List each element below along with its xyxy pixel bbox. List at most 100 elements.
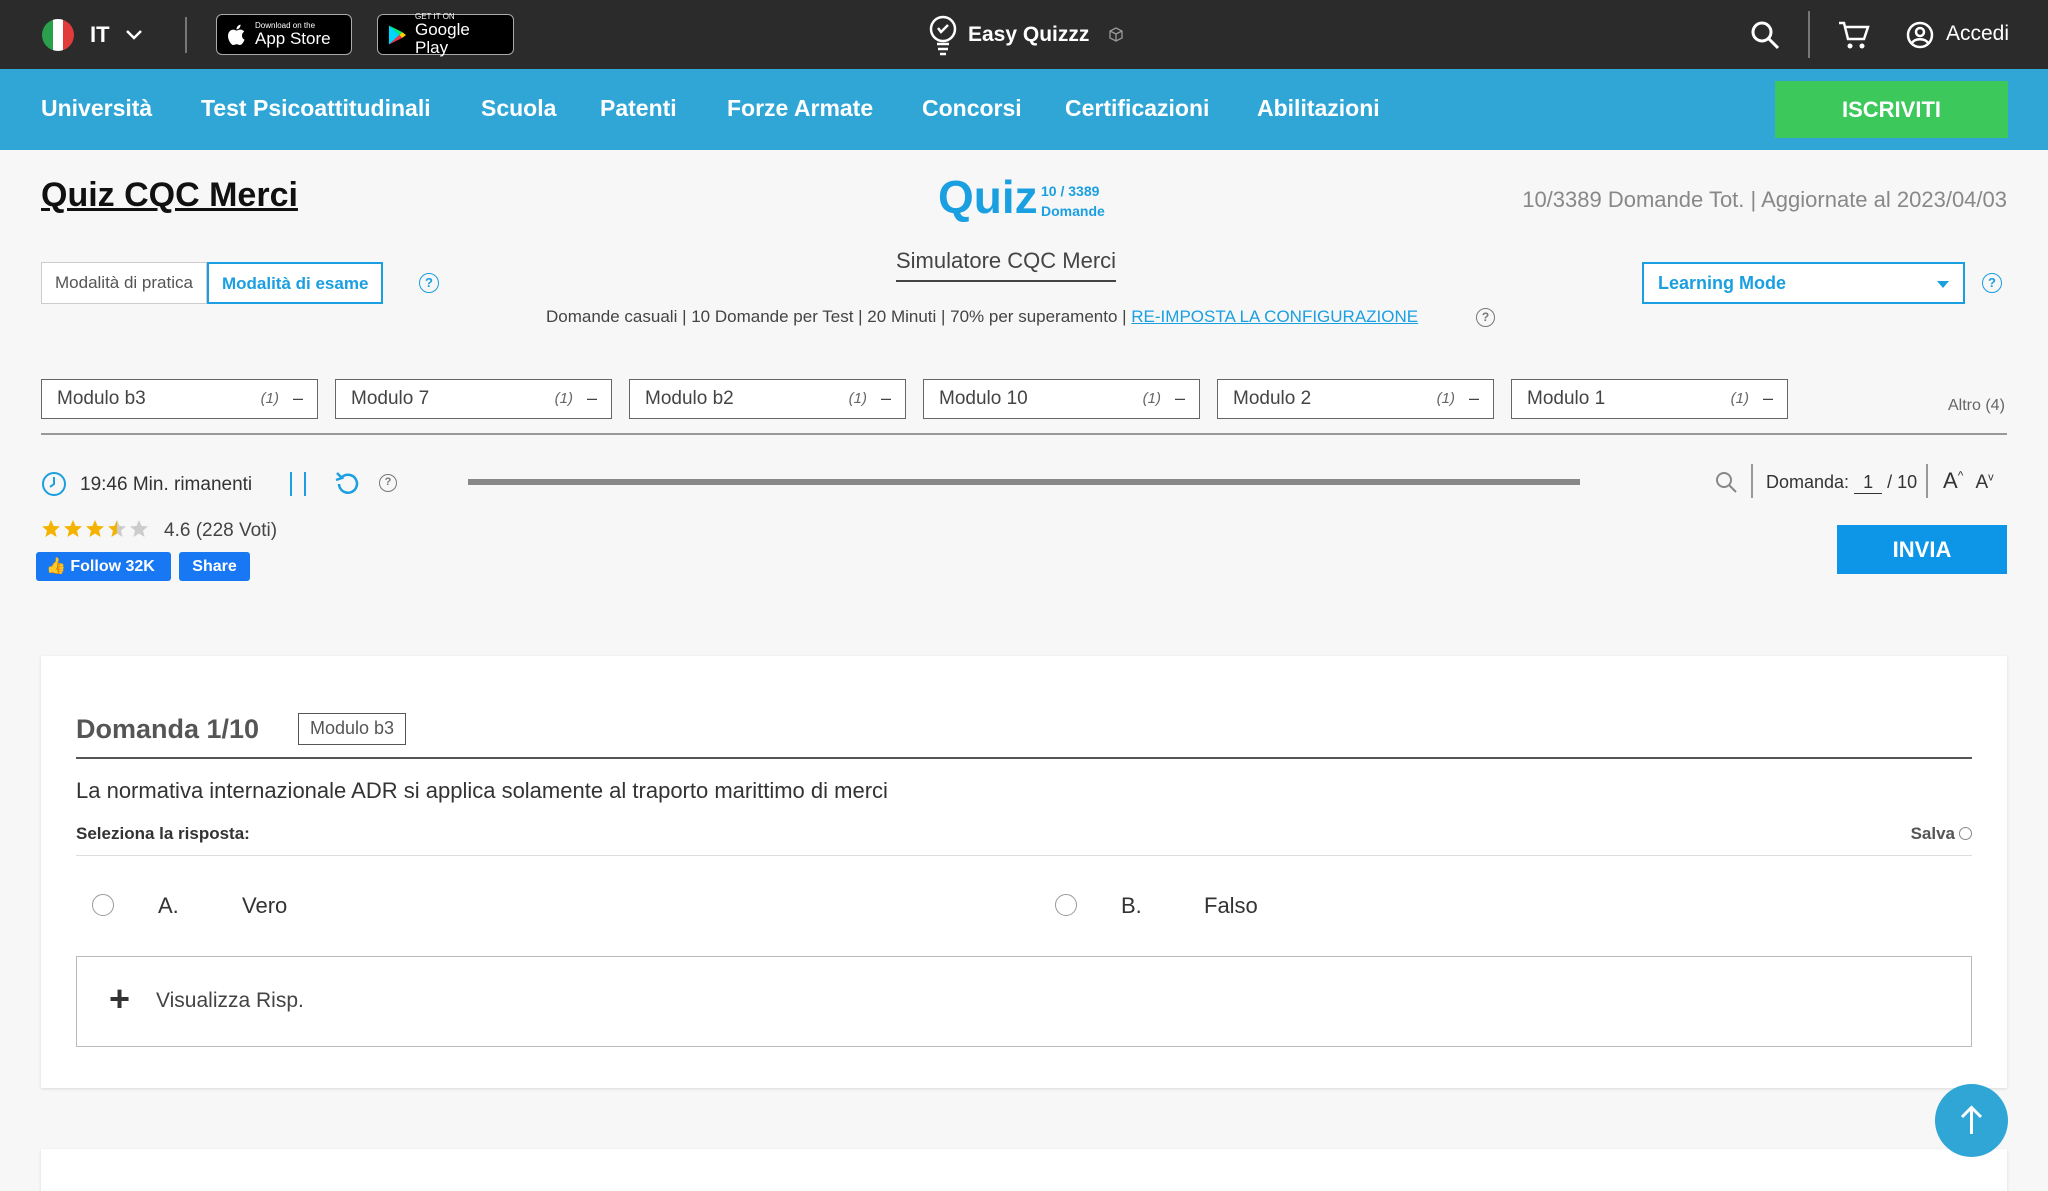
question-text: La normativa internazionale ADR si appli… — [76, 778, 888, 803]
nav-item-patenti[interactable]: Patenti — [600, 95, 677, 122]
config-info: Domande casuali | 10 Domande per Test | … — [546, 307, 1418, 327]
remove-icon[interactable]: – — [293, 380, 303, 417]
italy-flag-icon[interactable] — [42, 19, 74, 51]
show-answer-panel[interactable]: + Visualizza Risp. — [76, 956, 1972, 1047]
pause-icon[interactable] — [290, 472, 306, 496]
module-name: Modulo 1 — [1527, 388, 1606, 409]
option-a-radio[interactable] — [92, 894, 114, 916]
nav-item-certificazioni[interactable]: Certificazioni — [1065, 95, 1209, 122]
divider — [1751, 464, 1753, 498]
remove-icon[interactable]: – — [1175, 380, 1185, 417]
module-chip[interactable]: Modulo 7 (1) – — [335, 379, 612, 419]
cart-icon[interactable] — [1838, 20, 1870, 50]
learning-mode-select[interactable]: Learning Mode — [1642, 262, 1965, 304]
clock-icon — [42, 472, 66, 496]
brand-name: Easy Quizzz — [968, 23, 1090, 46]
user-icon[interactable] — [1906, 21, 1934, 49]
facebook-share-button[interactable]: Share — [179, 552, 250, 581]
save-label: Salva — [1910, 824, 1955, 843]
help-icon[interactable]: ? — [379, 474, 397, 492]
divider — [1926, 464, 1928, 498]
save-toggle[interactable]: Salva — [1911, 824, 1972, 844]
module-name: Modulo 7 — [351, 388, 430, 409]
option-b-radio[interactable] — [1055, 894, 1077, 916]
star-icon[interactable] — [41, 519, 61, 539]
question-number-input[interactable]: 1 — [1854, 472, 1883, 494]
nav-item-test-psicoattitudinali[interactable]: Test Psicoattitudinali — [201, 95, 431, 122]
select-answer-label: Seleziona la risposta: — [76, 824, 250, 843]
mode-toggle: Modalità di pratica Modalità di esame — [41, 262, 384, 304]
google-play-badge[interactable]: GET IT ON Google Play — [377, 12, 514, 57]
nav-item-abilitazioni[interactable]: Abilitazioni — [1257, 95, 1380, 122]
module-count: (1) — [260, 390, 279, 407]
option-a-letter: A. — [158, 893, 179, 918]
star-icon[interactable] — [63, 519, 83, 539]
show-answer-label: Visualizza Risp. — [156, 989, 304, 1012]
more-modules-link[interactable]: Altro (4) — [1948, 397, 2005, 415]
save-radio-icon[interactable] — [1959, 827, 1972, 840]
star-rating[interactable] — [41, 519, 149, 539]
facebook-follow-button[interactable]: 👍 Follow 32K — [36, 552, 171, 581]
quiz-count: 10 / 3389 Domande — [1041, 181, 1105, 221]
nav-item-concorsi[interactable]: Concorsi — [922, 95, 1022, 122]
googleplay-big-text: Google Play — [415, 20, 470, 57]
login-link[interactable]: Accedi — [1946, 22, 2009, 46]
signup-button[interactable]: ISCRIVITI — [1775, 81, 2008, 138]
question-nav-label: Domanda: — [1766, 472, 1850, 492]
practice-mode-button[interactable]: Modalità di pratica — [41, 262, 207, 304]
star-empty-icon[interactable] — [129, 519, 149, 539]
option-b-letter: B. — [1121, 893, 1142, 918]
restart-icon[interactable] — [333, 470, 361, 498]
remove-icon[interactable]: – — [1469, 380, 1479, 417]
search-icon[interactable] — [1714, 470, 1738, 494]
brand-logo[interactable]: Easy Quizzz — [926, 14, 1125, 56]
divider — [76, 855, 1972, 856]
app-store-badge[interactable]: Download on the App Store — [216, 14, 352, 55]
remove-icon[interactable]: – — [881, 380, 891, 417]
module-count: (1) — [1730, 390, 1749, 407]
plus-icon: + — [109, 978, 131, 1019]
font-down-label: A — [1975, 472, 1989, 493]
font-size-controls: A^ Av — [1943, 468, 1994, 494]
remove-icon[interactable]: – — [1763, 380, 1773, 417]
module-name: Modulo b3 — [57, 388, 146, 409]
thumbs-up-icon: 👍 — [46, 558, 66, 575]
config-text: Domande casuali | 10 Domande per Test | … — [546, 307, 1132, 326]
language-selector[interactable]: IT — [90, 22, 110, 48]
module-count: (1) — [554, 390, 573, 407]
module-count: (1) — [1436, 390, 1455, 407]
divider — [185, 17, 187, 53]
half-star-icon[interactable] — [107, 519, 127, 539]
font-increase-button[interactable]: A^ — [1943, 468, 1963, 493]
chevron-down-icon[interactable] — [124, 24, 144, 44]
module-chip[interactable]: Modulo b2 (1) – — [629, 379, 906, 419]
learning-mode-value: Learning Mode — [1658, 273, 1787, 293]
module-count: (1) — [848, 390, 867, 407]
module-chip[interactable]: Modulo 10 (1) – — [923, 379, 1200, 419]
progress-bar — [468, 479, 1580, 485]
font-decrease-button[interactable]: Av — [1975, 472, 1993, 493]
nav-item-forze-armate[interactable]: Forze Armate — [727, 95, 873, 122]
help-icon[interactable]: ? — [1982, 273, 2002, 293]
help-icon[interactable]: ? — [419, 273, 439, 293]
module-name: Modulo 2 — [1233, 388, 1312, 409]
module-chip[interactable]: Modulo 1 (1) – — [1511, 379, 1788, 419]
submit-button[interactable]: INVIA — [1837, 525, 2007, 574]
question-card: Domanda 1/10 Modulo b3 La normativa inte… — [41, 656, 2007, 1088]
divider — [1808, 11, 1810, 58]
option-b-text[interactable]: Falso — [1204, 893, 1258, 919]
nav-item-scuola[interactable]: Scuola — [481, 95, 556, 122]
scroll-to-top-button[interactable] — [1935, 1084, 2008, 1157]
google-play-icon — [388, 25, 407, 44]
star-icon[interactable] — [85, 519, 105, 539]
remove-icon[interactable]: – — [587, 380, 597, 417]
help-icon[interactable]: ? — [1476, 308, 1495, 327]
exam-mode-button[interactable]: Modalità di esame — [206, 262, 384, 304]
reset-config-link[interactable]: RE-IMPOSTA LA CONFIGURAZIONE — [1131, 307, 1418, 326]
nav-item-universita[interactable]: Università — [41, 95, 152, 122]
option-a-text[interactable]: Vero — [242, 893, 287, 919]
search-icon[interactable] — [1750, 20, 1780, 50]
module-name: Modulo b2 — [645, 388, 734, 409]
module-chip[interactable]: Modulo b3 (1) – — [41, 379, 318, 419]
module-chip[interactable]: Modulo 2 (1) – — [1217, 379, 1494, 419]
